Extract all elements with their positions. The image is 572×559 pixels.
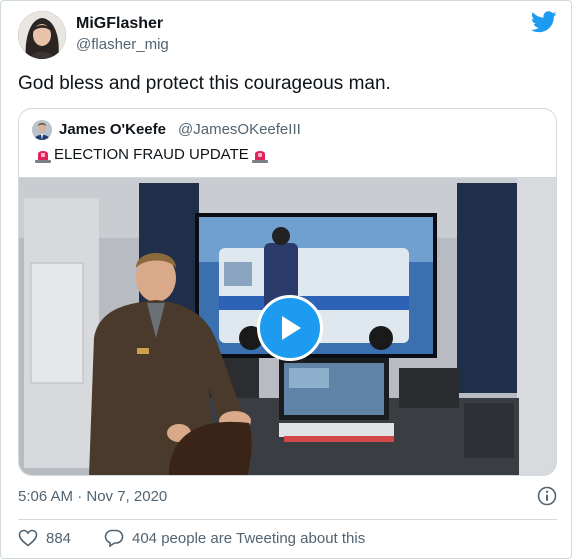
rotating-light-icon [251,150,268,163]
like-count: 884 [46,529,72,547]
tweet-timestamp[interactable]: 5:06 AM · Nov 7, 2020 [18,488,167,505]
video-thumbnail[interactable] [19,177,556,475]
info-icon[interactable] [537,486,557,506]
rotating-light-icon [35,150,51,163]
twitter-bird-icon[interactable] [531,11,557,33]
quoted-author-name[interactable]: James O'Keefe [59,121,166,138]
author-avatar[interactable] [18,11,66,59]
play-button[interactable] [257,295,323,361]
heart-icon [18,529,38,547]
quoted-tweet-text-label: ELECTION FRAUD UPDATE [54,146,249,163]
author-handle[interactable]: @flasher_mig [76,36,169,53]
quoted-tweet-text: ELECTION FRAUD UPDATE [32,146,271,163]
speech-bubble-icon [104,529,124,547]
like-button[interactable]: 884 [18,529,71,547]
play-icon [282,316,301,340]
tweet-text: God bless and protect this courageous ma… [18,73,391,94]
conversation-link[interactable]: 404 people are Tweeting about this [104,529,365,547]
embedded-tweet-card: MiGFlasher @flasher_mig God bless and pr… [0,0,572,559]
quoted-author-handle[interactable]: @JamesOKeefeIII [178,121,301,138]
author-display-name[interactable]: MiGFlasher [76,15,163,33]
footer-divider [18,519,557,520]
conversation-text: 404 people are Tweeting about this [132,529,366,547]
quoted-tweet[interactable]: James O'Keefe @JamesOKeefeIII ELECTION F… [18,108,557,476]
quoted-author-avatar[interactable] [32,120,52,140]
